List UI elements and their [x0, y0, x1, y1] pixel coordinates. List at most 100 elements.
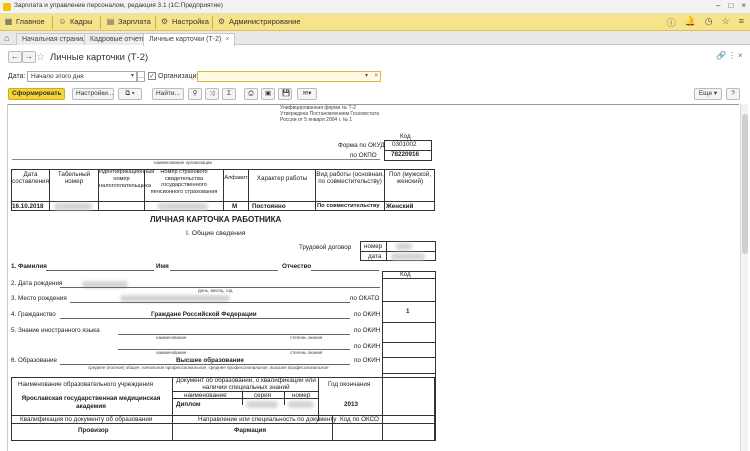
edu-year: 2013 — [344, 401, 359, 408]
code-label: Код — [400, 133, 411, 140]
date-select[interactable]: Начало этого дня ▾ — [27, 71, 137, 82]
okato-label: по ОКАТО — [350, 295, 380, 302]
field-education-label: 6. Образование — [11, 357, 58, 364]
field-birthdate-label: 2. Дата рождения — [11, 280, 63, 287]
org-caption: наименование организации — [154, 160, 212, 165]
maximize-icon[interactable]: □ — [728, 1, 733, 10]
forward-button[interactable]: → — [22, 51, 36, 63]
th-inn: Идентификационный номер налогоплательщик… — [99, 169, 155, 189]
more-icon[interactable]: ⋮ — [728, 51, 736, 60]
edu-sub-name: наименование — [184, 392, 227, 399]
close-form-icon[interactable]: × — [738, 51, 743, 60]
edu-col-document: Документ об образовании, о квалификации … — [176, 377, 316, 391]
cell-date: 16.10.2018 — [12, 203, 44, 210]
filter-row: Дата: Начало этого дня ▾ … ✓ Организация:… — [0, 70, 750, 86]
okin-label: по ОКИН — [354, 311, 381, 318]
menu-item-salary[interactable]: ▤ Зарплата — [106, 17, 151, 26]
menu-item-settings[interactable]: ⚙ Настройка — [160, 17, 209, 26]
variants-button[interactable]: ⧉ ▾ — [118, 88, 142, 100]
menu-item-main[interactable]: ▦ Главное — [4, 17, 45, 26]
th-date: Дата составления — [12, 171, 49, 185]
home-icon[interactable]: ⌂ — [4, 33, 9, 43]
structure-icon[interactable]: ⚲ — [188, 88, 202, 100]
dropdown-arrow-icon: ▾ — [130, 73, 134, 79]
people-icon: ☺ — [58, 17, 67, 26]
clear-icon: × — [374, 73, 378, 79]
gear-icon: ⚙ — [160, 17, 169, 26]
edu-document: Диплом — [176, 401, 201, 408]
date-label: Дата: — [8, 73, 26, 80]
window-title: Зарплата и управление персоналом, редакц… — [14, 2, 223, 9]
find-button[interactable]: Найти... — [152, 88, 184, 100]
dropdown-arrow-icon: ▾ — [364, 73, 368, 79]
contract-number-label: номер — [364, 243, 383, 250]
edu-col-institution: Наименование образовательного учреждения — [18, 381, 154, 388]
print-icon[interactable]: ⎙ — [244, 88, 258, 100]
generate-button[interactable]: Сформировать — [8, 88, 65, 100]
bell-icon[interactable]: 🔔 — [685, 16, 696, 29]
settings-button[interactable]: Настройки... — [72, 88, 114, 100]
favorite-star-icon[interactable]: ☆ — [36, 52, 45, 63]
menu-icon[interactable]: ≡ — [739, 16, 744, 29]
organization-checkbox[interactable]: ✓ — [148, 72, 156, 80]
page-header: ← → ☆ Личные карточки (Т-2) 🔗 ⋮ × — [0, 45, 750, 70]
language-level-caption: степень знания — [290, 350, 323, 355]
okin4-label: по ОКИН — [354, 357, 381, 364]
report-document: Унифицированная форма № Т-2 Утверждена П… — [7, 104, 739, 451]
preview-icon[interactable]: ▣ — [261, 88, 275, 100]
save-icon[interactable]: 💾 — [278, 88, 292, 100]
back-button[interactable]: ← — [8, 51, 22, 63]
edu-okso-label: Код по ОКСО — [340, 416, 379, 423]
edu-sub-number: номер — [292, 392, 311, 399]
close-tab-icon[interactable]: × — [225, 36, 229, 43]
language-caption: наименование — [156, 350, 187, 355]
mail-icon[interactable]: ✉▾ — [297, 88, 317, 100]
birthdate-caption: день, месяц, год — [198, 288, 233, 293]
link-icon[interactable]: 🔗 — [716, 51, 726, 60]
education-caption: среднее (полное) общее, начальное профес… — [88, 365, 329, 370]
cell-sex: Женский — [386, 203, 414, 210]
th-tab-number: Табельный номер — [57, 171, 91, 185]
sum-button[interactable]: Σ — [222, 88, 236, 100]
history-icon[interactable]: ◷ — [705, 16, 713, 29]
th-character: Характер работы — [256, 175, 308, 182]
th-snils: Номер страхового свидетельства государст… — [150, 169, 218, 195]
field-patronymic-label: Отчество — [282, 263, 312, 270]
edu-qualification: Провизор — [78, 427, 109, 434]
cell-kind: По совместительству — [317, 203, 380, 209]
menu-item-admin[interactable]: ⚙ Администрирование — [217, 17, 301, 26]
card-title: ЛИЧНАЯ КАРТОЧКА РАБОТНИКА — [150, 215, 282, 224]
help-button[interactable]: ? — [726, 88, 740, 100]
edu-sub-series: серия — [254, 392, 272, 399]
cell-character: Постоянно — [252, 203, 286, 210]
okin2-label: по ОКИН — [354, 327, 381, 334]
okin3-label: по ОКИН — [354, 343, 381, 350]
more-button[interactable]: Еще ▾ — [694, 88, 722, 100]
cell-alphabet: М — [232, 203, 238, 210]
scrollbar-thumb[interactable] — [742, 114, 748, 254]
th-kind: Вид работы (основная, по совместительств… — [316, 171, 384, 185]
transform-icon[interactable]: ⤨ — [205, 88, 219, 100]
okpo-label: по ОКПО — [350, 152, 377, 159]
edu-spec-header: Направление или специальность по докумен… — [198, 416, 337, 423]
organization-input[interactable]: ▾ × — [197, 71, 381, 82]
edu-qual-header: Квалификация по документу об образовании — [20, 416, 153, 423]
code-column-label: Код — [400, 271, 411, 278]
minimize-icon[interactable]: – — [716, 1, 720, 10]
edu-specialty: Фармация — [234, 427, 267, 434]
okud-label: Форма по ОКУД — [338, 142, 385, 149]
cog-icon: ⚙ — [217, 17, 226, 26]
star-icon[interactable]: ☆ — [722, 16, 730, 29]
form-header-line: России от 5 января 2004 г. № 1 — [280, 117, 353, 123]
th-sex: Пол (мужской, женский) — [389, 171, 431, 185]
date-more-button[interactable]: … — [137, 71, 145, 82]
close-icon[interactable]: × — [741, 1, 746, 10]
th-alphabet: Алфавит — [224, 175, 248, 181]
education-value: Высшее образование — [176, 357, 244, 364]
menu-item-hr[interactable]: ☺ Кадры — [58, 17, 92, 26]
tab-bar: ⌂ Начальная страница Кадровые отчеты Лич… — [0, 31, 750, 46]
contract-date-label: дата — [368, 253, 382, 260]
report-scrollbar[interactable] — [740, 104, 748, 451]
language-level-caption: степень знания — [290, 335, 323, 340]
info-icon[interactable]: ⓘ — [667, 16, 676, 29]
